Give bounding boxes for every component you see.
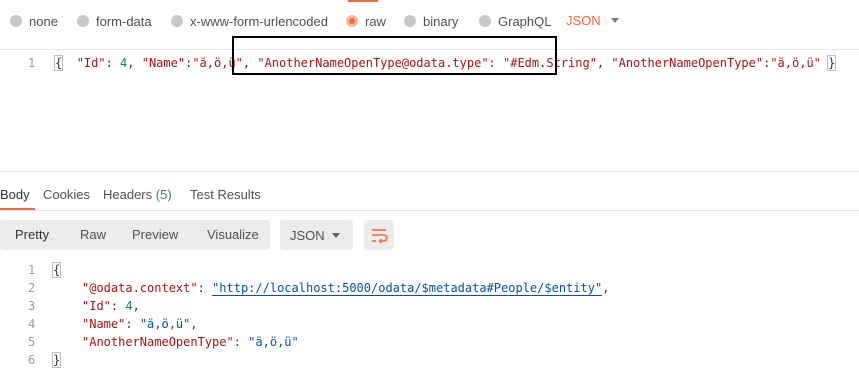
open-brace: { <box>51 262 62 278</box>
radio-circle-icon <box>77 15 89 27</box>
line-number: 1 <box>28 263 36 277</box>
response-json-line: "Name": "ä,ö,ü", <box>82 317 198 331</box>
context-url-link[interactable]: "http://localhost:5000/odata/$metadata#P… <box>212 281 603 296</box>
response-json-line: "AnotherNameOpenType": "ä,ö,ü" <box>82 335 299 349</box>
radio-label: binary <box>423 13 459 29</box>
active-tab-underline <box>0 208 35 210</box>
tab-headers-label: Headers <box>103 187 153 202</box>
chevron-down-icon <box>610 18 619 23</box>
radio-circle-icon <box>10 15 22 27</box>
tab-headers[interactable]: Headers (5) <box>103 187 172 202</box>
view-preview-button[interactable]: Preview <box>132 220 178 250</box>
annotation-highlight-box <box>232 36 557 75</box>
radio-label: GraphQL <box>498 13 552 29</box>
close-brace: } <box>827 55 837 71</box>
json-key: "Name" <box>82 317 126 331</box>
radio-none[interactable]: none <box>10 13 58 29</box>
response-format-label: JSON <box>290 228 325 243</box>
radio-label: x-www-form-urlencoded <box>190 13 328 29</box>
json-key: "AnotherNameOpenType" <box>82 335 234 349</box>
radio-label: form-data <box>96 13 152 29</box>
json-key: "Name" <box>141 56 186 70</box>
response-json-line: "@odata.context": "http://localhost:5000… <box>82 281 610 296</box>
radio-graphql[interactable]: GraphQL <box>479 13 551 29</box>
json-value: 4 <box>125 299 133 313</box>
close-brace: } <box>51 352 62 368</box>
response-json-line: { <box>51 262 62 278</box>
open-brace: { <box>53 55 64 71</box>
json-key: "AnotherNameOpenType" <box>611 56 764 70</box>
response-json-line: } <box>51 352 62 368</box>
body-format-select[interactable]: JSON <box>566 13 619 28</box>
json-key: "@odata.context" <box>82 281 198 295</box>
view-raw-button[interactable]: Raw <box>80 220 106 250</box>
radio-form-data[interactable]: form-data <box>77 13 152 29</box>
chevron-down-icon <box>332 233 340 238</box>
tab-test-results[interactable]: Test Results <box>190 187 261 202</box>
radio-binary[interactable]: binary <box>404 13 458 29</box>
line-number: 3 <box>28 299 36 313</box>
line-number: 5 <box>28 335 36 349</box>
view-pretty-button[interactable]: Pretty <box>15 220 49 250</box>
radio-circle-icon <box>171 15 183 27</box>
body-format-label: JSON <box>566 13 601 28</box>
line-number: 2 <box>28 281 36 295</box>
json-key: "Id" <box>76 56 106 70</box>
radio-selected-icon <box>346 15 358 27</box>
json-value: "ä,ö,ü" <box>248 335 299 349</box>
json-key: "Id" <box>82 299 111 313</box>
view-visualize-button[interactable]: Visualize <box>207 220 259 250</box>
response-format-select[interactable]: JSON <box>280 220 353 250</box>
response-tabs: Body Cookies Headers (5) Test Results <box>0 182 859 211</box>
radio-urlencoded[interactable]: x-www-form-urlencoded <box>171 13 328 29</box>
wrap-lines-button[interactable] <box>364 220 394 250</box>
radio-circle-icon <box>404 15 416 27</box>
line-number: 4 <box>28 317 36 331</box>
line-number: 6 <box>28 353 36 367</box>
radio-circle-icon <box>479 15 491 27</box>
json-value: "ä,ö,ü" <box>139 317 191 331</box>
radio-label: none <box>29 13 58 29</box>
radio-label: raw <box>365 13 386 29</box>
headers-count-badge: (5) <box>155 187 172 202</box>
response-json-line: "Id": 4, <box>82 299 140 313</box>
tab-body[interactable]: Body <box>0 187 30 202</box>
json-value: "ä,ö,ü" <box>770 56 821 70</box>
view-mode-group: Pretty Raw Preview Visualize <box>0 220 270 250</box>
wrap-lines-icon <box>372 229 388 244</box>
tab-cookies[interactable]: Cookies <box>43 187 90 202</box>
line-number: 1 <box>28 56 36 70</box>
radio-raw[interactable]: raw <box>346 13 386 29</box>
